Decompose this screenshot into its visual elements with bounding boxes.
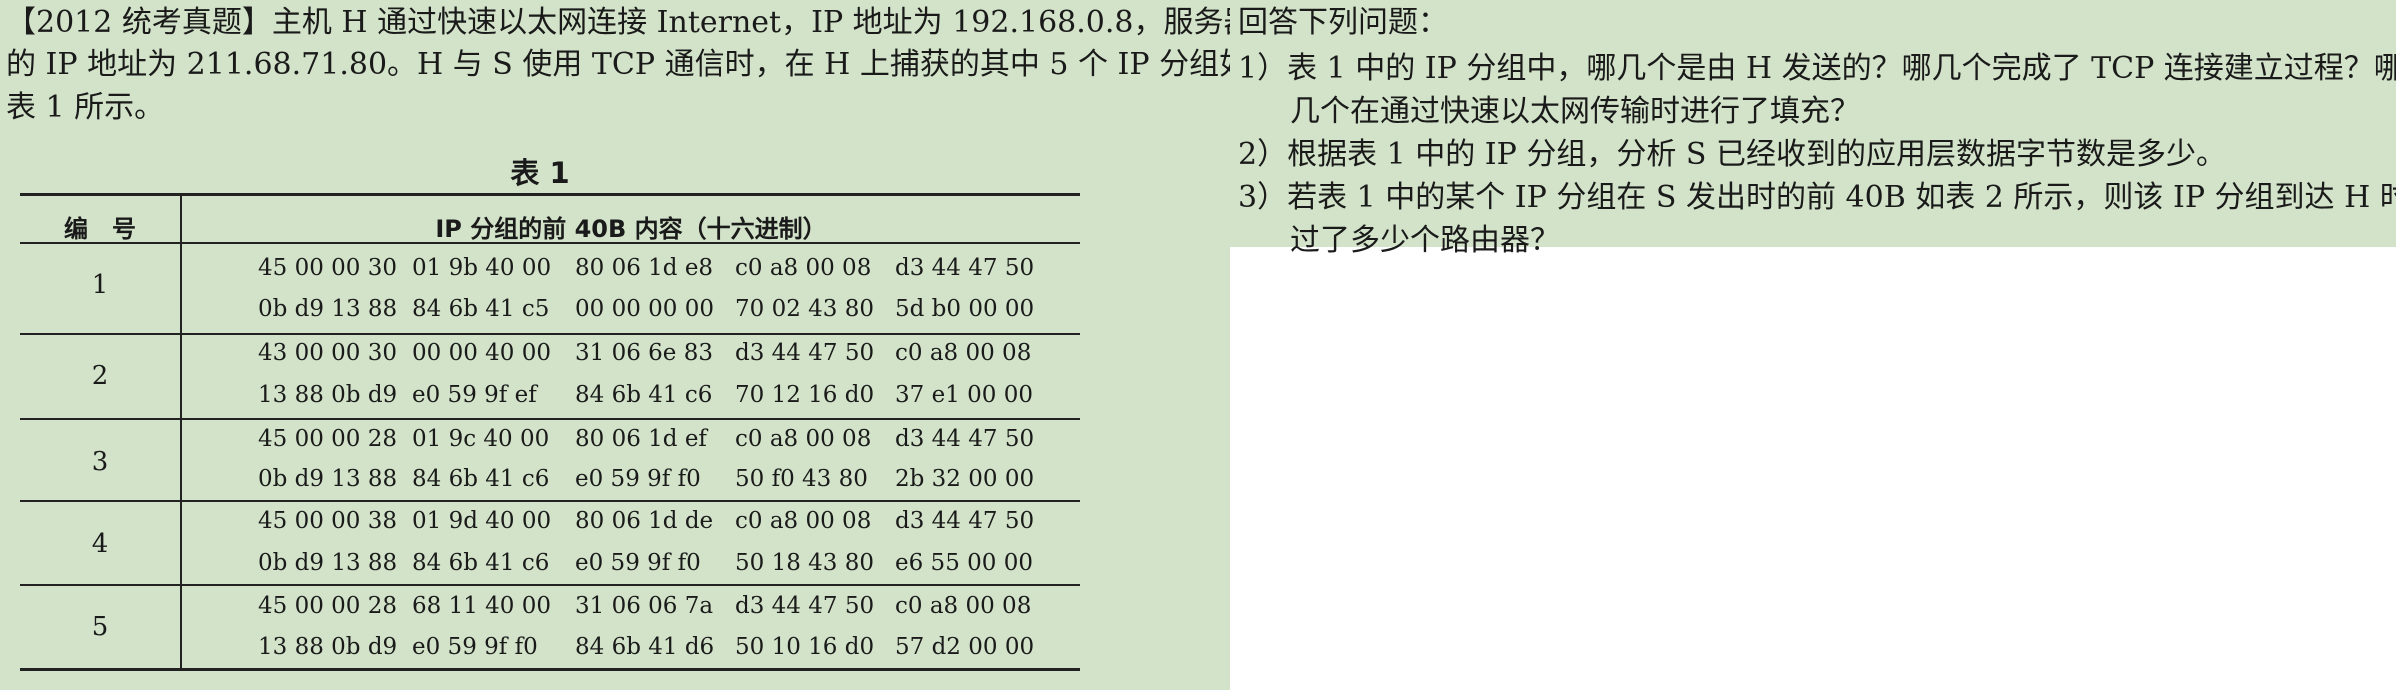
hex-cell: 50 f0 43 80 <box>735 466 868 492</box>
hex-cell: 45 00 00 28 <box>258 593 397 619</box>
row-number: 2 <box>91 361 109 391</box>
hex-cell: 43 00 00 30 <box>258 340 397 366</box>
problem-panel: 【2012 统考真题】主机 H 通过快速以太网连接 Internet，IP 地址… <box>0 0 1284 690</box>
hex-cell: 45 00 00 30 <box>258 255 397 281</box>
hex-cell: 80 06 1d e8 <box>575 255 714 281</box>
hex-cell: c0 a8 00 08 <box>735 508 872 534</box>
hex-cell: e0 59 9f ef <box>412 382 537 408</box>
hex-cell: 57 d2 00 00 <box>895 634 1035 660</box>
hex-cell: 13 88 0b d9 <box>258 634 398 660</box>
hex-cell: 45 00 00 28 <box>258 426 397 452</box>
hex-cell: 0b d9 13 88 <box>258 466 398 492</box>
problem-line-1: 【2012 统考真题】主机 H 通过快速以太网连接 Internet，IP 地址… <box>6 5 1284 40</box>
hex-cell: 70 02 43 80 <box>735 296 874 322</box>
hex-cell: 31 06 06 7a <box>575 593 714 619</box>
questions-intro: 回答下列问题： <box>1238 5 1448 40</box>
hex-cell: 50 18 43 80 <box>735 550 874 576</box>
hex-cell: 84 6b 41 c6 <box>412 550 550 576</box>
hex-cell: 70 12 16 d0 <box>735 382 875 408</box>
row-number: 3 <box>91 447 109 477</box>
hex-cell: 84 6b 41 c6 <box>575 382 713 408</box>
question-1-line-1: 1）表 1 中的 IP 分组中，哪几个是由 H 发送的？哪几个完成了 TCP 连… <box>1238 51 2396 86</box>
hex-cell: 01 9b 40 00 <box>412 255 552 281</box>
hex-cell: 68 11 40 00 <box>412 593 551 619</box>
hex-cell: 5d b0 00 00 <box>895 296 1035 322</box>
column-divider <box>180 196 182 670</box>
question-2: 2）根据表 1 中的 IP 分组，分析 S 已经收到的应用层数据字节数是多少。 <box>1238 137 2226 172</box>
table-title: 表 1 <box>510 156 570 190</box>
row-divider <box>20 418 1080 420</box>
question-3-line-2: 过了多少个路由器？ <box>1290 223 1560 258</box>
problem-line-2: 的 IP 地址为 211.68.71.80。H 与 S 使用 TCP 通信时，在… <box>6 47 1250 82</box>
hex-cell: 0b d9 13 88 <box>258 550 398 576</box>
hex-cell: 84 6b 41 d6 <box>575 634 715 660</box>
hex-cell: 80 06 1d de <box>575 508 714 534</box>
hex-cell: 0b d9 13 88 <box>258 296 398 322</box>
row-number: 1 <box>91 270 109 300</box>
hex-cell: 50 10 16 d0 <box>735 634 875 660</box>
hex-cell: e0 59 9f f0 <box>575 550 701 576</box>
hex-cell: 31 06 6e 83 <box>575 340 713 366</box>
question-1-line-2: 几个在通过快速以太网传输时进行了填充？ <box>1290 94 1860 129</box>
table-top-rule <box>20 193 1080 196</box>
row-divider <box>20 584 1080 586</box>
row-number: 5 <box>91 612 109 642</box>
hex-cell: d3 44 47 50 <box>895 426 1035 452</box>
hex-cell: 2b 32 00 00 <box>895 466 1035 492</box>
hex-cell: 00 00 00 00 <box>575 296 714 322</box>
header-number: 编 号 <box>64 215 136 243</box>
questions-panel: 回答下列问题： 1）表 1 中的 IP 分组中，哪几个是由 H 发送的？哪几个完… <box>1230 0 2396 258</box>
header-content: IP 分组的前 40B 内容（十六进制） <box>435 215 827 243</box>
question-3-line-1: 3）若表 1 中的某个 IP 分组在 S 发出时的前 40B 如表 2 所示，则… <box>1238 180 2396 215</box>
hex-cell: 84 6b 41 c6 <box>412 466 550 492</box>
hex-cell: c0 a8 00 08 <box>895 340 1032 366</box>
row-divider <box>20 500 1080 502</box>
hex-cell: e0 59 9f f0 <box>575 466 701 492</box>
hex-cell: d3 44 47 50 <box>735 593 875 619</box>
hex-cell: d3 44 47 50 <box>895 508 1035 534</box>
hex-cell: 37 e1 00 00 <box>895 382 1033 408</box>
hex-cell: 01 9d 40 00 <box>412 508 552 534</box>
hex-cell: c0 a8 00 08 <box>735 255 872 281</box>
hex-cell: 80 06 1d ef <box>575 426 707 452</box>
hex-cell: c0 a8 00 08 <box>895 593 1032 619</box>
hex-cell: 84 6b 41 c5 <box>412 296 550 322</box>
table-bottom-rule <box>20 668 1080 671</box>
hex-cell: d3 44 47 50 <box>735 340 875 366</box>
hex-cell: 13 88 0b d9 <box>258 382 398 408</box>
hex-cell: 00 00 40 00 <box>412 340 551 366</box>
hex-cell: 01 9c 40 00 <box>412 426 550 452</box>
hex-cell: 45 00 00 38 <box>258 508 397 534</box>
hex-cell: e6 55 00 00 <box>895 550 1033 576</box>
hex-cell: c0 a8 00 08 <box>735 426 872 452</box>
problem-line-3: 表 1 所示。 <box>6 90 165 125</box>
row-divider <box>20 333 1080 335</box>
row-number: 4 <box>91 529 109 559</box>
hex-cell: d3 44 47 50 <box>895 255 1035 281</box>
hex-cell: e0 59 9f f0 <box>412 634 538 660</box>
